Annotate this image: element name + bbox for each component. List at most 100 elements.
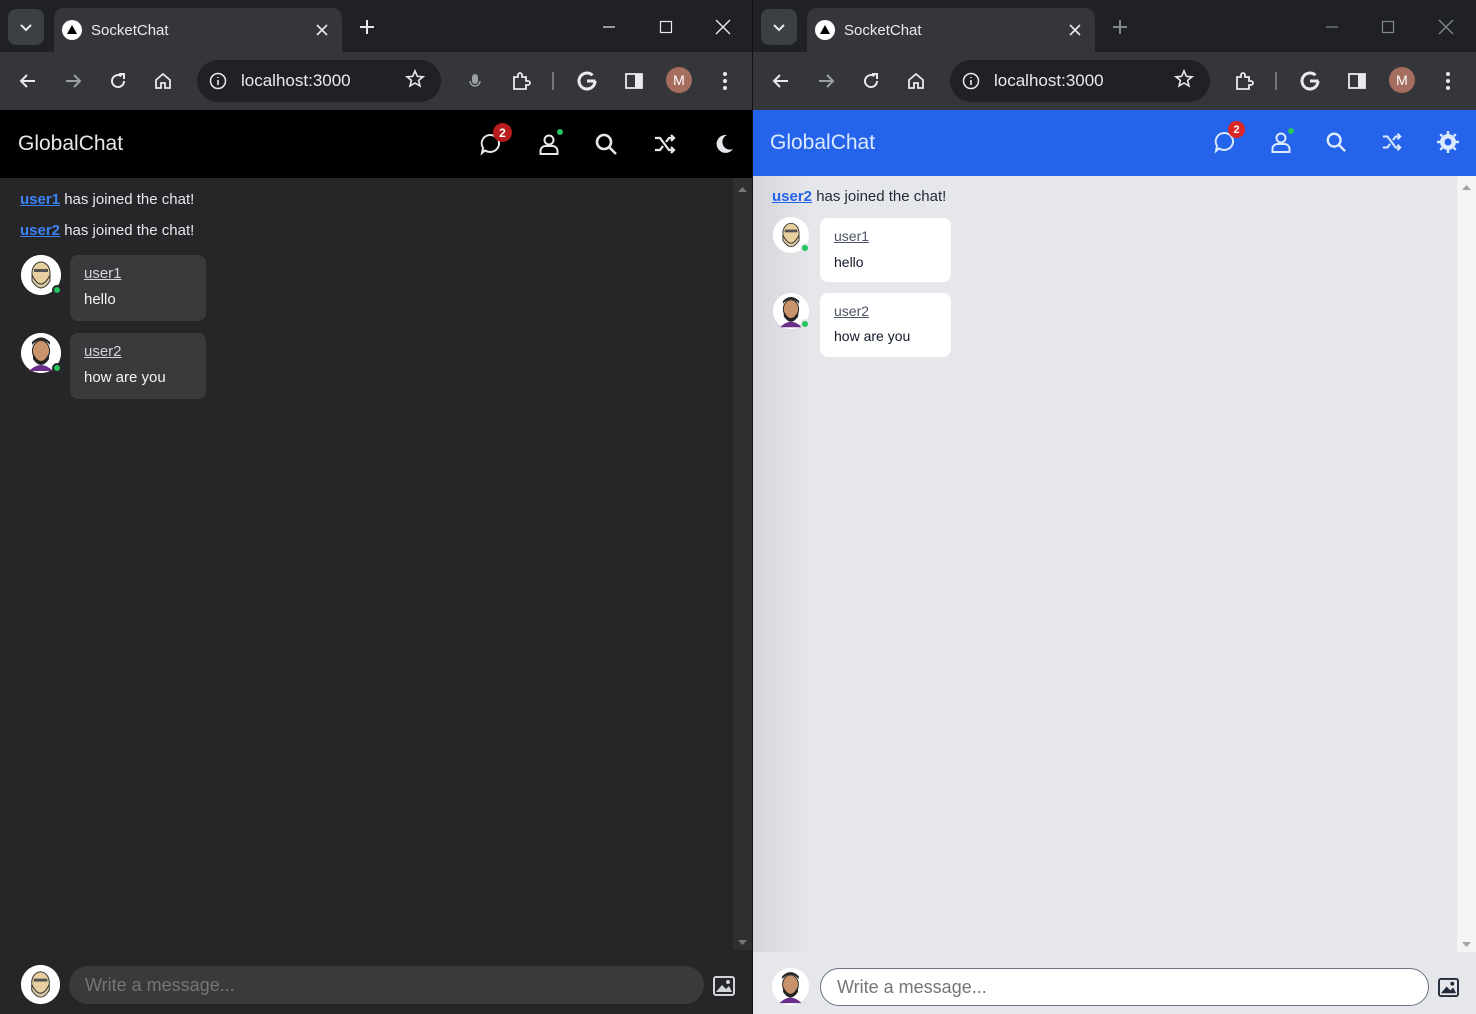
site-info-icon[interactable] [207, 70, 229, 92]
close-tab-icon[interactable] [310, 18, 334, 42]
notice-text: has joined the chat! [64, 191, 195, 208]
join-notice: user2 has joined the chat! [20, 222, 194, 239]
scroll-up-icon[interactable] [1457, 180, 1476, 194]
profile-avatar[interactable]: M [1389, 67, 1415, 93]
current-user-avatar[interactable] [772, 968, 809, 1005]
message-username-link[interactable]: user2 [834, 303, 951, 319]
back-button[interactable] [765, 65, 797, 97]
address-bar[interactable]: localhost:3000 [950, 60, 1210, 102]
notification-badge: 2 [1228, 121, 1245, 138]
minimize-button[interactable] [1312, 10, 1352, 44]
attach-image-button[interactable] [711, 973, 737, 999]
avatar-image [772, 968, 809, 1005]
site-info-icon[interactable] [960, 70, 982, 92]
extensions-button[interactable] [1228, 65, 1260, 97]
media-control-button[interactable] [459, 65, 491, 97]
browser-menu-button[interactable] [1432, 65, 1464, 97]
browser-tab[interactable]: SocketChat [54, 8, 342, 52]
attach-image-button[interactable] [1435, 974, 1461, 1000]
avatar[interactable] [21, 255, 62, 295]
app-title: GlobalChat [18, 132, 124, 155]
notifications-button[interactable]: 2 [477, 123, 512, 158]
avatar[interactable] [773, 217, 810, 253]
kebab-menu-icon [723, 72, 727, 90]
scrollbar[interactable] [1457, 176, 1476, 952]
tab-strip: SocketChat [753, 0, 1476, 52]
address-bar[interactable]: localhost:3000 [197, 60, 441, 102]
google-button[interactable] [1294, 65, 1326, 97]
forward-button[interactable] [57, 65, 89, 97]
google-button[interactable] [571, 65, 603, 97]
random-chat-button[interactable] [651, 130, 679, 158]
message-username-link[interactable]: user1 [834, 228, 951, 244]
minimize-button[interactable] [589, 10, 629, 44]
side-panel-button[interactable] [1341, 65, 1373, 97]
scrollbar[interactable] [733, 178, 752, 950]
toolbar-separator [552, 72, 554, 90]
side-panel-button[interactable] [618, 65, 650, 97]
maximize-button[interactable] [646, 10, 686, 44]
microphone-icon [469, 74, 481, 87]
browser-tab[interactable]: SocketChat [807, 8, 1095, 52]
back-button[interactable] [12, 65, 44, 97]
notifications-button[interactable]: 2 [1211, 121, 1245, 156]
notice-user-link[interactable]: user2 [20, 222, 60, 239]
new-tab-button[interactable] [354, 14, 380, 40]
random-chat-button[interactable] [1378, 128, 1406, 156]
arrow-left-icon [772, 74, 788, 88]
new-tab-button[interactable] [1107, 14, 1133, 40]
profile-avatar[interactable]: M [666, 67, 692, 93]
browser-toolbar: localhost:3000 M [753, 52, 1476, 110]
avatar[interactable] [773, 293, 810, 329]
theme-toggle-button[interactable] [710, 130, 738, 158]
online-users-button[interactable] [535, 129, 563, 158]
extensions-button[interactable] [505, 65, 537, 97]
message-input[interactable] [820, 968, 1429, 1006]
home-button[interactable] [900, 65, 932, 97]
current-user-avatar[interactable] [21, 965, 60, 1004]
message-username-link[interactable]: user1 [84, 265, 206, 282]
google-icon [577, 71, 597, 91]
message-bubble: user1 hello [820, 218, 951, 282]
favicon-icon [62, 20, 82, 40]
favicon-icon [815, 20, 835, 40]
browser-menu-button[interactable] [709, 65, 741, 97]
theme-toggle-button[interactable] [1434, 128, 1462, 156]
scroll-down-icon[interactable] [1457, 938, 1476, 952]
message-input[interactable] [69, 966, 704, 1004]
home-button[interactable] [147, 65, 179, 97]
notice-user-link[interactable]: user1 [20, 191, 60, 208]
search-button[interactable] [592, 130, 620, 158]
home-icon [908, 72, 924, 89]
browser-window-left: SocketChat localhost:3000 M GlobalChat 2… [0, 0, 752, 1014]
notice-user-link[interactable]: user2 [772, 188, 812, 205]
arrow-right-icon [66, 74, 82, 88]
chevron-down-icon [773, 24, 785, 32]
maximize-button[interactable] [1368, 10, 1408, 44]
scroll-down-icon[interactable] [733, 936, 752, 950]
message-username-link[interactable]: user2 [84, 343, 206, 360]
avatar[interactable] [21, 333, 62, 373]
user-icon [539, 134, 559, 155]
tab-search-button[interactable] [8, 9, 44, 45]
search-button[interactable] [1322, 128, 1350, 156]
scroll-up-icon[interactable] [733, 182, 752, 196]
forward-button[interactable] [810, 65, 842, 97]
close-window-button[interactable] [703, 10, 743, 44]
reload-button[interactable] [855, 65, 887, 97]
close-tab-icon[interactable] [1063, 18, 1087, 42]
tab-strip: SocketChat [0, 0, 752, 52]
online-status-dot [800, 319, 810, 329]
message-text: how are you [84, 369, 166, 386]
tab-search-button[interactable] [761, 9, 797, 45]
bookmark-star-icon[interactable] [1173, 68, 1195, 94]
puzzle-icon [1236, 72, 1254, 90]
bookmark-star-icon[interactable] [404, 68, 426, 94]
online-indicator [557, 129, 563, 135]
side-panel-icon [625, 73, 643, 89]
reload-button[interactable] [102, 65, 134, 97]
online-users-button[interactable] [1267, 128, 1295, 156]
chat-area: user2 has joined the chat! user1 hello u… [753, 176, 1476, 952]
close-window-button[interactable] [1426, 10, 1466, 44]
shuffle-icon [1382, 133, 1402, 151]
